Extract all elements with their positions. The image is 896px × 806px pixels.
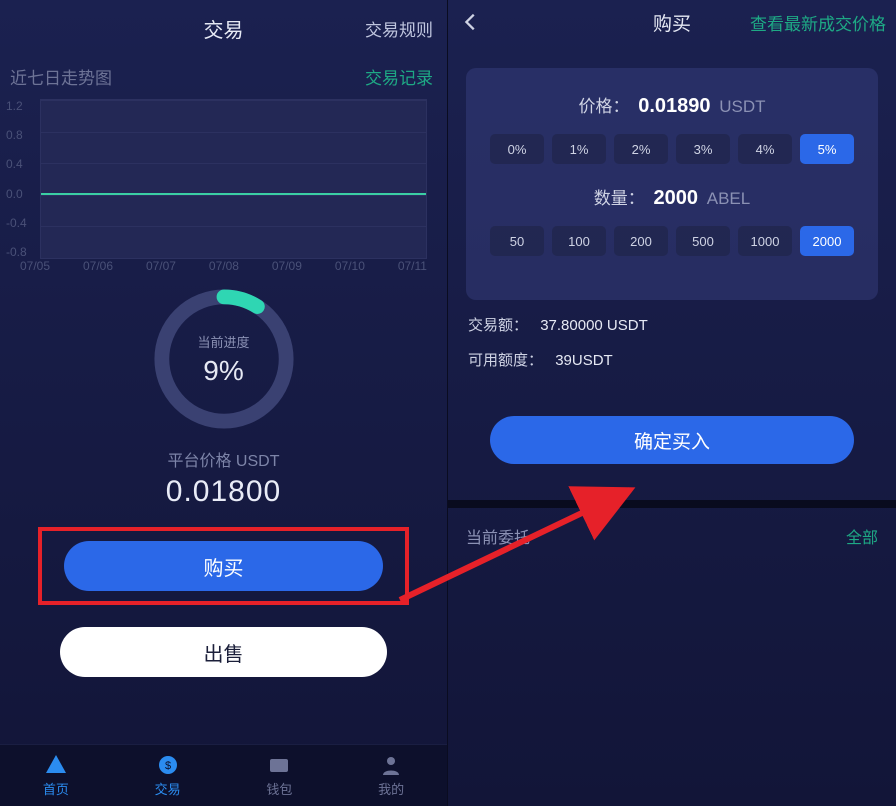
- trend-label: 近七日走势图: [10, 64, 112, 89]
- records-link[interactable]: 交易记录: [365, 64, 433, 89]
- x-tick: 07/05: [20, 259, 50, 273]
- qty-chip-1000[interactable]: 1000: [738, 226, 792, 256]
- price-value: 0.01890: [638, 95, 710, 117]
- y-tick: -0.4: [6, 216, 27, 230]
- nav-home-label: 首页: [43, 779, 69, 798]
- buy-button[interactable]: 购买: [64, 541, 383, 591]
- qty-chips: 50 100 200 500 1000 2000: [482, 226, 862, 256]
- nav-trade-label: 交易: [155, 779, 181, 798]
- pct-chip-3pct[interactable]: 3%: [676, 134, 730, 164]
- pct-chip-0pct[interactable]: 0%: [490, 134, 544, 164]
- nav-home[interactable]: 首页: [0, 745, 112, 806]
- sell-button[interactable]: 出售: [60, 627, 387, 677]
- right-title: 购买: [653, 9, 691, 36]
- nav-mine[interactable]: 我的: [335, 745, 447, 806]
- trade-icon: $: [156, 753, 180, 777]
- right-header: 购买 查看最新成交价格: [448, 0, 896, 44]
- person-icon: [379, 753, 403, 777]
- nav-trade[interactable]: $ 交易: [112, 745, 224, 806]
- x-tick: 07/11: [398, 259, 427, 273]
- x-tick: 07/09: [272, 259, 302, 273]
- nav-wallet-label: 钱包: [266, 779, 292, 798]
- y-tick: 0.0: [6, 187, 27, 201]
- available-line: 可用额度： 39USDT: [448, 335, 896, 370]
- wallet-icon: [267, 753, 291, 777]
- y-tick: 0.4: [6, 157, 27, 171]
- qty-chip-200[interactable]: 200: [614, 226, 668, 256]
- progress-label: 当前进度: [197, 332, 249, 351]
- left-header: 交易 交易规则: [0, 0, 447, 56]
- progress-value: 9%: [203, 355, 243, 387]
- bottom-nav: 首页 $ 交易 钱包 我的: [0, 744, 447, 806]
- confirm-buy-button[interactable]: 确定买入: [490, 416, 854, 464]
- page-title: 交易: [204, 14, 244, 43]
- trend-chart: 1.2 0.8 0.4 0.0 -0.4 -0.8 07/05 07/06 07/07 07/0…: [0, 93, 447, 273]
- orders-all-link[interactable]: 全部: [846, 524, 878, 548]
- orders-label: 当前委托: [466, 524, 530, 548]
- qty-chip-100[interactable]: 100: [552, 226, 606, 256]
- section-divider: [448, 500, 896, 508]
- order-panel: 价格： 0.01890 USDT 0% 1% 2% 3% 4% 5% 数量： 2000 A…: [466, 68, 878, 300]
- qty-row: 数量： 2000 ABEL: [482, 184, 862, 210]
- back-icon[interactable]: [460, 11, 482, 33]
- qty-unit: ABEL: [707, 189, 750, 208]
- home-icon: [44, 753, 68, 777]
- amount-line: 交易额： 37.80000 USDT: [448, 300, 896, 335]
- price-label: 价格：: [578, 97, 629, 116]
- pct-chip-1pct[interactable]: 1%: [552, 134, 606, 164]
- x-tick: 07/08: [209, 259, 239, 273]
- qty-label: 数量：: [594, 189, 645, 208]
- svg-text:$: $: [165, 760, 171, 772]
- pct-chip-4pct[interactable]: 4%: [738, 134, 792, 164]
- buy-highlight-box: 购买: [38, 527, 409, 605]
- nav-wallet[interactable]: 钱包: [224, 745, 336, 806]
- qty-value: 2000: [654, 187, 699, 209]
- price-row: 价格： 0.01890 USDT: [482, 92, 862, 118]
- y-tick: 1.2: [6, 99, 27, 113]
- rules-link[interactable]: 交易规则: [365, 16, 433, 41]
- pct-chip-5pct[interactable]: 5%: [800, 134, 854, 164]
- progress-ring: 当前进度 9%: [150, 285, 298, 433]
- x-tick: 07/07: [146, 259, 176, 273]
- chart-series-line: [41, 193, 426, 195]
- qty-chip-2000[interactable]: 2000: [800, 226, 854, 256]
- y-tick: -0.8: [6, 245, 27, 259]
- price-value: 0.01800: [0, 475, 447, 509]
- qty-chip-50[interactable]: 50: [490, 226, 544, 256]
- y-tick: 0.8: [6, 128, 27, 142]
- x-tick: 07/06: [83, 259, 113, 273]
- percent-chips: 0% 1% 2% 3% 4% 5%: [482, 134, 862, 164]
- qty-chip-500[interactable]: 500: [676, 226, 730, 256]
- price-unit: USDT: [719, 97, 765, 116]
- pct-chip-2pct[interactable]: 2%: [614, 134, 668, 164]
- x-tick: 07/10: [335, 259, 365, 273]
- latest-price-link[interactable]: 查看最新成交价格: [750, 10, 886, 35]
- price-label: 平台价格 USDT: [0, 447, 447, 471]
- nav-mine-label: 我的: [378, 779, 404, 798]
